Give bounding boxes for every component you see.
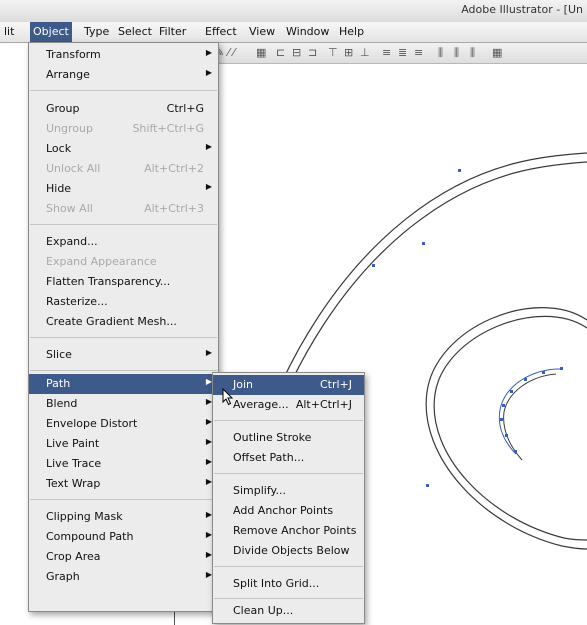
menu-item-clean-up[interactable]: Clean Up... — [213, 601, 364, 621]
menu-item-average[interactable]: Average... Alt+Ctrl+J — [213, 395, 364, 415]
triangle-right-icon: ▶ — [205, 48, 212, 57]
menu-item-offset-path[interactable]: Offset Path... — [213, 448, 364, 468]
menu-edit[interactable]: lit — [4, 25, 14, 38]
menu-item-path[interactable]: Path ▶ — [29, 374, 218, 394]
menu-item-divide-objects-below[interactable]: Divide Objects Below — [213, 541, 364, 561]
menu-item-compound-path[interactable]: Compound Path ▶ — [29, 527, 218, 547]
menu-item-graph[interactable]: Graph ▶ — [29, 567, 218, 587]
distribute-right-icon[interactable]: ⫼ — [470, 46, 475, 60]
menu-separator — [30, 90, 217, 91]
menu-item-clipping-mask[interactable]: Clipping Mask ▶ — [29, 507, 218, 527]
object-menu: Transform ▶ Arrange ▶ Group Ctrl+G Ungro… — [28, 42, 219, 612]
menu-item-outline-stroke[interactable]: Outline Stroke — [213, 428, 364, 448]
triangle-right-icon: ▶ — [205, 182, 212, 191]
menu-item-envelope-distort[interactable]: Envelope Distort ▶ — [29, 414, 218, 434]
triangle-right-icon: ▶ — [205, 68, 212, 77]
menu-item-text-wrap[interactable]: Text Wrap ▶ — [29, 474, 218, 494]
distribute-left-icon[interactable]: ⫼ — [438, 46, 443, 60]
inner-ring-path[interactable] — [425, 307, 587, 550]
menu-object[interactable]: Object — [30, 22, 72, 42]
align-top-icon[interactable]: ⊤ — [328, 46, 338, 59]
arrow-cursor-icon — [222, 388, 234, 406]
align-middle-icon[interactable]: ⊞ — [344, 46, 353, 59]
control-toolstrip: ✎ ⁄ ⁄ ▦ ⊏ ⊟ ⊐ ⊤ ⊞ ⊥ ≡ ≣ ≡ ⫼ ⫼ ⫼ ▦ — [212, 43, 587, 64]
artboard-edge — [174, 612, 175, 625]
menu-item-expand-appearance: Expand Appearance — [46, 255, 157, 268]
menu-help[interactable]: Help — [339, 25, 364, 38]
menu-item-split-into-grid[interactable]: Split Into Grid... — [213, 574, 364, 594]
menu-item-flatten-transparency[interactable]: Flatten Transparency... — [29, 272, 218, 292]
anchor-points[interactable] — [372, 169, 563, 487]
menu-effect[interactable]: Effect — [205, 25, 237, 38]
menu-item-slice[interactable]: Slice ▶ — [29, 345, 218, 365]
menu-item-remove-anchor-points[interactable]: Remove Anchor Points — [213, 521, 364, 541]
menu-item-group[interactable]: Group Ctrl+G — [29, 99, 218, 119]
menu-separator — [214, 566, 363, 567]
menu-item-blend[interactable]: Blend ▶ — [29, 394, 218, 414]
menu-item-live-paint[interactable]: Live Paint ▶ — [29, 434, 218, 454]
grid-icon[interactable]: ▦ — [492, 46, 502, 59]
menu-filter[interactable]: Filter — [159, 25, 186, 38]
menu-separator — [214, 420, 363, 421]
align-bottom-icon[interactable]: ⊥ — [360, 46, 370, 59]
path-submenu: Join Ctrl+J Average... Alt+Ctrl+J Outlin… — [212, 372, 365, 624]
menu-separator — [30, 370, 217, 371]
transform-icon[interactable]: ▦ — [256, 46, 266, 59]
menu-item-create-gradient-mesh[interactable]: Create Gradient Mesh... — [29, 312, 218, 332]
selected-open-path-inner[interactable] — [503, 373, 557, 461]
distribute-center-icon[interactable]: ⫼ — [454, 46, 459, 60]
menu-item-transform[interactable]: Transform ▶ — [29, 45, 218, 65]
menu-separator — [30, 499, 217, 500]
inner-ring-path-inner[interactable] — [433, 315, 587, 541]
menu-view[interactable]: View — [249, 25, 275, 38]
menu-type[interactable]: Type — [84, 25, 109, 38]
distribute-bottom-icon[interactable]: ≡ — [414, 46, 423, 59]
menu-item-live-trace[interactable]: Live Trace ▶ — [29, 454, 218, 474]
menu-item-show-all: Show All Alt+Ctrl+3 — [46, 202, 204, 215]
menu-item-add-anchor-points[interactable]: Add Anchor Points — [213, 501, 364, 521]
menu-item-join[interactable]: Join Ctrl+J — [213, 375, 364, 395]
menu-item-simplify[interactable]: Simplify... — [213, 481, 364, 501]
triangle-right-icon: ▶ — [205, 348, 212, 357]
title-bar: Adobe Illustrator - [Un — [0, 0, 587, 23]
distribute-top-icon[interactable]: ≡ — [382, 46, 391, 59]
menu-item-unlock-all: Unlock All Alt+Ctrl+2 — [46, 162, 204, 175]
align-center-icon[interactable]: ⊟ — [292, 46, 301, 59]
menu-select[interactable]: Select — [118, 25, 152, 38]
align-left-icon[interactable]: ⊏ — [276, 46, 285, 59]
menu-item-rasterize[interactable]: Rasterize... — [29, 292, 218, 312]
menu-item-crop-area[interactable]: Crop Area ▶ — [29, 547, 218, 567]
menu-separator — [214, 473, 363, 474]
align-right-icon[interactable]: ⊐ — [308, 46, 317, 59]
menu-item-expand[interactable]: Expand... — [29, 232, 218, 252]
menu-separator — [214, 598, 363, 599]
menu-item-hide[interactable]: Hide ▶ — [29, 179, 218, 199]
menu-window[interactable]: Window — [286, 25, 329, 38]
window-title: Adobe Illustrator - [Un — [461, 3, 583, 16]
menu-separator — [30, 337, 217, 338]
menu-item-lock[interactable]: Lock ▶ — [29, 139, 218, 159]
menu-separator — [30, 224, 217, 225]
menu-item-arrange[interactable]: Arrange ▶ — [29, 65, 218, 85]
menu-item-ungroup: Ungroup Shift+Ctrl+G — [46, 122, 204, 135]
triangle-right-icon: ▶ — [205, 142, 212, 151]
menu-bar: lit Object Type Select Filter Effect Vie… — [0, 22, 587, 43]
distribute-middle-icon[interactable]: ≣ — [398, 46, 407, 59]
